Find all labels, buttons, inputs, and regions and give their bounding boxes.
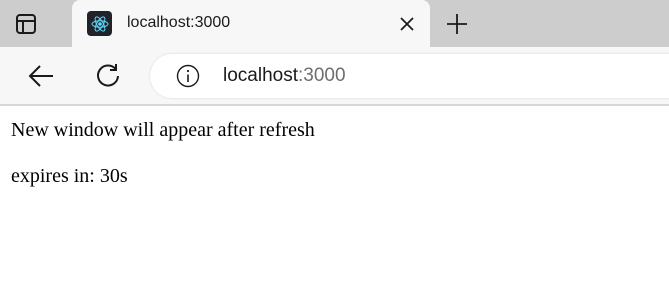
url-host: localhost [223,65,298,86]
refresh-message: New window will appear after refresh [11,119,315,141]
tab-title: localhost:3000 [127,14,231,31]
address-bar[interactable]: localhost:3000 [150,54,669,98]
info-icon[interactable] [176,64,200,88]
reload-icon[interactable] [94,62,122,90]
close-icon[interactable] [398,15,416,33]
url-port: :3000 [298,65,346,86]
new-tab-plus-icon[interactable] [444,11,470,37]
tab-actions-icon[interactable] [14,12,38,36]
react-icon [87,11,112,36]
browser-toolbar: localhost:3000 [0,47,669,106]
expires-countdown: expires in: 30s [11,165,128,187]
url-text[interactable]: localhost:3000 [223,65,346,87]
page-content: New window will appear after refresh exp… [0,106,669,307]
tab-strip: localhost:3000 [0,0,669,47]
tab-localhost[interactable]: localhost:3000 [72,0,430,47]
back-arrow-icon[interactable] [27,62,55,90]
